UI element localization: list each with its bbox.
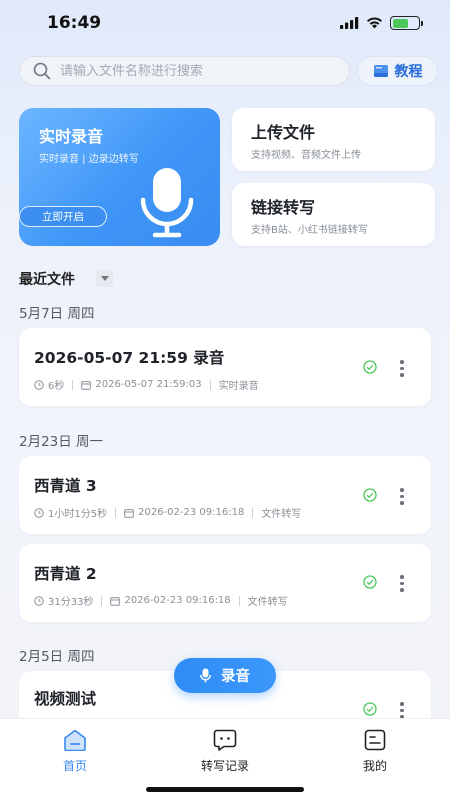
record-button-label: 录音	[221, 669, 250, 685]
check-circle-icon	[363, 702, 377, 716]
search-bar[interactable]	[19, 56, 350, 86]
tab-profile[interactable]: 我的	[335, 729, 415, 774]
file-item[interactable]: 西青道 3 1小时1分5秒 2026-02-23 09:16:18 文件转写	[19, 456, 431, 534]
tutorial-button[interactable]: 教程	[357, 56, 438, 86]
profile-icon	[364, 729, 386, 751]
microphone-icon	[140, 168, 194, 238]
wifi-icon	[367, 17, 382, 29]
date-group-header: 5月7日 周四	[19, 306, 95, 322]
check-circle-icon	[363, 575, 377, 589]
calendar-icon	[124, 508, 134, 518]
link-card-title: 链接转写	[251, 198, 316, 217]
more-options-button[interactable]	[397, 360, 407, 377]
home-indicator	[146, 787, 304, 792]
file-datetime: 2026-02-23 09:16:18	[138, 507, 245, 518]
status-time: 16:49	[47, 13, 102, 33]
record-button[interactable]: 录音	[174, 658, 276, 693]
battery-icon	[390, 16, 423, 30]
check-circle-icon	[363, 488, 377, 502]
start-now-button[interactable]: 立即开启	[19, 206, 107, 227]
link-card-subtitle: 支持B站、小红书链接转写	[251, 225, 368, 236]
file-name: 2026-05-07 21:59 录音	[34, 349, 225, 367]
status-bar: 16:49	[0, 0, 450, 48]
file-duration: 31分33秒	[48, 597, 94, 608]
file-datetime: 2026-05-07 21:59:03	[95, 379, 202, 390]
signal-icon	[340, 17, 359, 29]
clock-icon	[34, 507, 44, 518]
file-duration: 1小时1分5秒	[48, 509, 108, 520]
file-duration: 6秒	[48, 381, 65, 392]
file-name: 西青道 3	[34, 477, 97, 495]
chat-icon	[213, 729, 237, 751]
more-options-button[interactable]	[397, 702, 407, 719]
file-name: 西青道 2	[34, 565, 97, 583]
upload-card-title: 上传文件	[251, 123, 316, 142]
recent-filter-dropdown[interactable]	[96, 270, 113, 287]
date-group-header: 2月23日 周一	[19, 434, 104, 450]
file-datetime: 2026-02-23 09:16:18	[124, 595, 231, 606]
file-item[interactable]: 2026-05-07 21:59 录音 6秒 2026-05-07 21:59:…	[19, 328, 431, 406]
file-type: 实时录音	[218, 381, 259, 392]
file-meta: 6秒 2026-05-07 21:59:03 实时录音	[34, 377, 259, 392]
file-type: 文件转写	[247, 597, 288, 608]
caret-down-icon	[100, 276, 109, 281]
clock-icon	[34, 595, 44, 606]
realtime-card-title: 实时录音	[39, 127, 104, 146]
search-input[interactable]	[60, 63, 320, 79]
file-type: 文件转写	[261, 509, 302, 520]
upload-card-subtitle: 支持视频、音频文件上传	[251, 150, 361, 161]
tab-profile-label: 我的	[362, 759, 387, 773]
book-icon	[373, 65, 388, 77]
file-meta: 31分33秒 2026-02-23 09:16:18 文件转写	[34, 593, 288, 608]
recent-files-label: 最近文件	[19, 272, 75, 288]
tab-home-label: 首页	[62, 759, 87, 773]
date-group-header: 2月5日 周四	[19, 649, 95, 665]
tab-transcription-records[interactable]: 转写记录	[185, 729, 265, 774]
calendar-icon	[110, 596, 121, 606]
home-icon	[64, 729, 86, 751]
realtime-card-subtitle: 实时录音 | 边录边转写	[39, 154, 139, 165]
file-item[interactable]: 西青道 2 31分33秒 2026-02-23 09:16:18 文件转写	[19, 544, 431, 622]
upload-file-card[interactable]: 上传文件 支持视频、音频文件上传	[232, 108, 435, 171]
tab-home[interactable]: 首页	[35, 729, 115, 774]
status-icons	[340, 16, 423, 30]
microphone-icon	[200, 668, 211, 683]
calendar-icon	[81, 380, 92, 390]
more-options-button[interactable]	[397, 575, 407, 592]
link-transcribe-card[interactable]: 链接转写 支持B站、小红书链接转写	[232, 183, 435, 246]
more-options-button[interactable]	[397, 488, 407, 505]
clock-icon	[34, 379, 44, 390]
tab-transcription-label: 转写记录	[200, 759, 249, 773]
search-icon	[33, 62, 51, 80]
file-meta: 1小时1分5秒 2026-02-23 09:16:18 文件转写	[34, 505, 301, 520]
check-circle-icon	[363, 360, 377, 374]
tutorial-label: 教程	[394, 64, 423, 80]
file-name: 视频测试	[34, 690, 97, 708]
